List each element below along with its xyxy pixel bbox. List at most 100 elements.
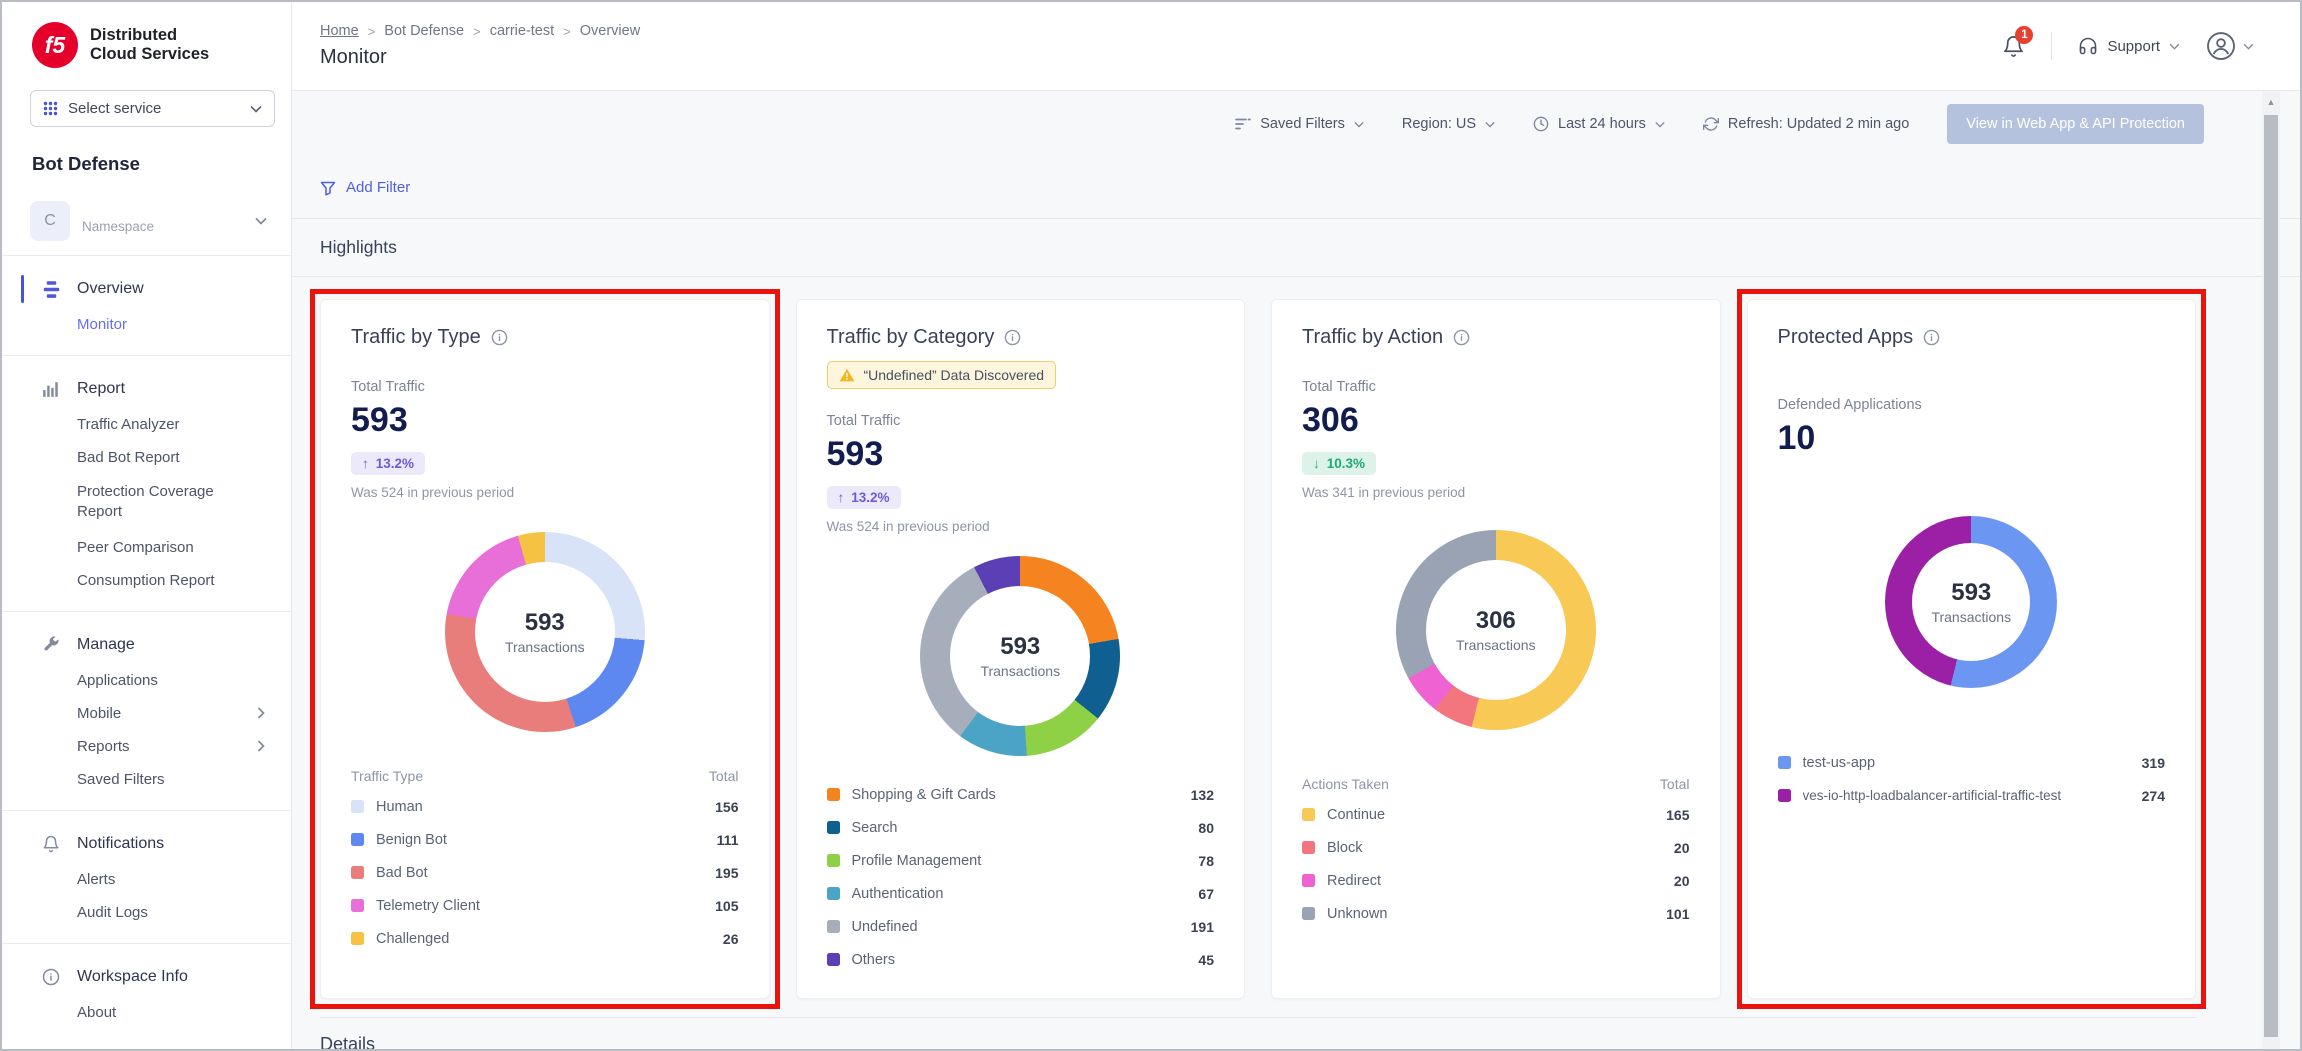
sidebar-subitem-label: Monitor [77, 316, 127, 333]
notifications-button[interactable]: 1 [2002, 35, 2025, 58]
time-range-label: Last 24 hours [1558, 116, 1646, 132]
legend-value: 26 [723, 931, 739, 947]
legend-label: Shopping & Gift Cards [852, 787, 1179, 803]
legend: Shopping & Gift Cards 132 Search 80 Prof… [827, 778, 1215, 976]
breadcrumb: Home > Bot Defense > carrie-test > Overv… [320, 23, 640, 39]
time-range-dropdown[interactable]: Last 24 hours [1533, 116, 1665, 132]
refresh-button[interactable]: Refresh: Updated 2 min ago [1703, 116, 1909, 132]
sidebar-item-traffic-analyzer[interactable]: Traffic Analyzer [2, 408, 291, 441]
breadcrumb-home[interactable]: Home [320, 23, 359, 39]
sidebar-item-protection-coverage-report[interactable]: Protection Coverage Report [2, 474, 252, 531]
legend-item[interactable]: ves-io-http-loadbalancer-artificial-traf… [1778, 779, 2166, 812]
donut-center-label: Transactions [1456, 637, 1536, 653]
sidebar-subitem-label: Bad Bot Report [77, 449, 180, 466]
sidebar-item-report[interactable]: Report [2, 370, 291, 408]
legend-item[interactable]: Telemetry Client 105 [351, 889, 739, 922]
donut-ring[interactable]: 593 Transactions [1885, 516, 2057, 688]
legend-item[interactable]: Bad Bot 195 [351, 856, 739, 889]
legend-item[interactable]: Unknown 101 [1302, 897, 1690, 930]
scrollbar-up-arrow[interactable]: ▲ [2262, 91, 2280, 113]
legend-item[interactable]: Shopping & Gift Cards 132 [827, 778, 1215, 811]
account-menu[interactable] [2206, 31, 2254, 61]
support-menu[interactable]: Support [2078, 36, 2180, 56]
legend-item[interactable]: Benign Bot 111 [351, 823, 739, 856]
sidebar-item-applications[interactable]: Applications [2, 664, 291, 697]
card-slot: Protected Apps Defended Applications 10 … [1747, 299, 2197, 999]
namespace-selector[interactable]: C Namespace [30, 201, 267, 241]
metric-label: Defended Applications [1778, 397, 2166, 413]
metric-value: 10 [1778, 419, 2166, 458]
sidebar-item-monitor[interactable]: Monitor [2, 308, 291, 341]
sidebar-item-reports[interactable]: Reports [2, 730, 291, 763]
legend-item[interactable]: Authentication 67 [827, 877, 1215, 910]
legend-item[interactable]: Block 20 [1302, 831, 1690, 864]
legend-item[interactable]: Others 45 [827, 943, 1215, 976]
saved-filters-dropdown[interactable]: Saved Filters [1235, 116, 1364, 132]
info-icon[interactable] [1453, 329, 1470, 346]
legend: Traffic Type Total Human 156 Benign Bot … [351, 762, 739, 955]
divider [2, 943, 291, 944]
sidebar-item-bad-bot-report[interactable]: Bad Bot Report [2, 441, 291, 474]
breadcrumb-namespace[interactable]: carrie-test [490, 23, 554, 39]
breadcrumb-overview[interactable]: Overview [580, 23, 640, 39]
legend-label: ves-io-http-loadbalancer-artificial-traf… [1803, 788, 2130, 803]
legend-item[interactable]: Challenged 26 [351, 922, 739, 955]
scrollbar-thumb[interactable] [2264, 115, 2278, 1037]
filters-toolbar: Saved Filters Region: US Last 24 hours [292, 91, 2300, 157]
sidebar-item-manage[interactable]: Manage [2, 626, 291, 664]
view-in-waap-button[interactable]: View in Web App & API Protection [1947, 104, 2204, 144]
sidebar-subitem-label: Peer Comparison [77, 539, 194, 556]
donut-center-label: Transactions [505, 639, 585, 655]
sidebar-item-consumption-report[interactable]: Consumption Report [2, 564, 291, 597]
donut-center: 593 Transactions [950, 586, 1090, 726]
sidebar-item-peer-comparison[interactable]: Peer Comparison [2, 531, 291, 564]
legend-item[interactable]: Undefined 191 [827, 910, 1215, 943]
warning-text: “Undefined” Data Discovered [864, 367, 1045, 383]
breadcrumb-separator: > [563, 24, 571, 39]
sidebar-item-about[interactable]: About [2, 996, 291, 1029]
region-dropdown[interactable]: Region: US [1402, 116, 1495, 132]
sidebar-subitem-label: Applications [77, 672, 158, 689]
legend-value: 274 [2142, 788, 2165, 804]
service-selector[interactable]: Select service [30, 90, 275, 127]
divider [2, 611, 291, 612]
legend-item[interactable]: test-us-app 319 [1778, 746, 2166, 779]
legend-label: Others [852, 952, 1187, 968]
legend-item[interactable]: Redirect 20 [1302, 864, 1690, 897]
sidebar-item-audit-logs[interactable]: Audit Logs [2, 896, 291, 929]
sidebar-item-mobile[interactable]: Mobile [2, 697, 291, 730]
sidebar-item-notifications[interactable]: Notifications [2, 825, 291, 863]
legend-label: Redirect [1327, 873, 1662, 889]
donut-ring[interactable]: 306 Transactions [1396, 530, 1596, 730]
info-icon[interactable] [1923, 329, 1940, 346]
chevron-down-icon [2243, 43, 2254, 50]
legend-swatch [827, 821, 840, 834]
legend-swatch [1778, 789, 1791, 802]
app-window: f5 Distributed Cloud Services Select ser… [0, 0, 2302, 1051]
legend-item[interactable]: Search 80 [827, 811, 1215, 844]
sidebar-item-workspace-info[interactable]: Workspace Info [2, 958, 291, 996]
clock-icon [1533, 116, 1549, 132]
legend-item[interactable]: Human 156 [351, 790, 739, 823]
grid-icon [43, 101, 58, 116]
sidebar-item-overview[interactable]: Overview [2, 270, 291, 308]
info-icon [42, 967, 62, 987]
legend-item[interactable]: Profile Management 78 [827, 844, 1215, 877]
donut-chart-traffic-by-category: 593 Transactions [920, 556, 1120, 756]
details-section: Details [320, 1017, 2196, 1051]
sidebar-item-saved-filters[interactable]: Saved Filters [2, 763, 291, 796]
add-filter-button[interactable]: Add Filter [320, 179, 410, 196]
legend-value: 78 [1198, 853, 1214, 869]
metric-value: 593 [827, 435, 1215, 474]
info-icon[interactable] [1004, 329, 1021, 346]
sidebar-item-alerts[interactable]: Alerts [2, 863, 291, 896]
legend-label: Human [376, 799, 703, 815]
donut-ring[interactable]: 593 Transactions [445, 532, 645, 732]
breadcrumb-bot-defense[interactable]: Bot Defense [384, 23, 464, 39]
legend-total-header: Total [1660, 776, 1690, 792]
legend-item[interactable]: Continue 165 [1302, 798, 1690, 831]
donut-ring[interactable]: 593 Transactions [920, 556, 1120, 756]
vertical-scrollbar[interactable]: ▲ [2262, 91, 2280, 1049]
info-icon[interactable] [491, 329, 508, 346]
filter-lines-icon [1235, 117, 1251, 131]
